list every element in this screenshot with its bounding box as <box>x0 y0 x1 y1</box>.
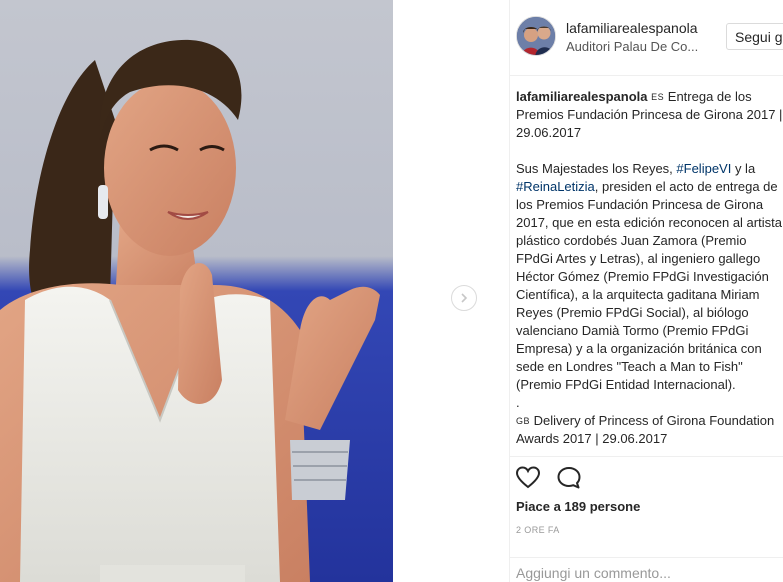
comment-input[interactable] <box>516 564 776 582</box>
caption-dot: . <box>516 395 520 410</box>
next-photo-button[interactable] <box>451 285 477 311</box>
post-timestamp[interactable]: 2 ORE FA <box>516 525 560 535</box>
hashtag-link[interactable]: #FelipeVI <box>676 161 731 176</box>
caption-english-text: Delivery of Princess of Girona Foundatio… <box>516 413 775 446</box>
post-actions: Piace a 189 persone 2 ORE FA <box>510 456 783 582</box>
caption-body-b: y la <box>731 161 756 176</box>
follow-button[interactable]: Segui già <box>726 23 783 50</box>
caption-body-c: , presiden el acto de entrega de los Pre… <box>516 179 782 392</box>
header-location[interactable]: Auditori Palau De Co... <box>566 39 698 54</box>
hashtag-link[interactable]: #ReinaLetizia <box>516 179 595 194</box>
comment-box <box>510 557 783 582</box>
post-photo[interactable] <box>0 0 393 582</box>
post-side-panel: lafamiliarealespanola Auditori Palau De … <box>509 0 783 582</box>
flag-es-icon: ES <box>651 92 665 102</box>
post-header: lafamiliarealespanola Auditori Palau De … <box>510 0 783 76</box>
header-username[interactable]: lafamiliarealespanola <box>566 20 698 36</box>
comment-button[interactable] <box>556 466 582 490</box>
likes-count[interactable]: Piace a 189 persone <box>516 499 640 514</box>
carousel-gap <box>393 0 509 582</box>
flag-gb-icon: GB <box>516 416 531 426</box>
post-caption: lafamiliarealespanola ES Entrega de los … <box>516 88 783 454</box>
comment-bubble-icon <box>557 467 581 489</box>
caption-english: GB Delivery of Princess of Girona Founda… <box>516 412 783 448</box>
caption-body-a: Sus Majestades los Reyes, <box>516 161 677 176</box>
avatar[interactable] <box>516 16 556 56</box>
like-button[interactable] <box>515 466 541 490</box>
caption-username[interactable]: lafamiliarealespanola <box>516 89 648 104</box>
heart-icon <box>515 466 541 489</box>
caption-body: Sus Majestades los Reyes, #FelipeVI y la… <box>516 160 783 394</box>
avatar-image <box>517 17 555 55</box>
chevron-right-icon <box>461 293 468 303</box>
photo-illustration <box>0 0 393 582</box>
caption-title: lafamiliarealespanola ES Entrega de los … <box>516 88 783 142</box>
